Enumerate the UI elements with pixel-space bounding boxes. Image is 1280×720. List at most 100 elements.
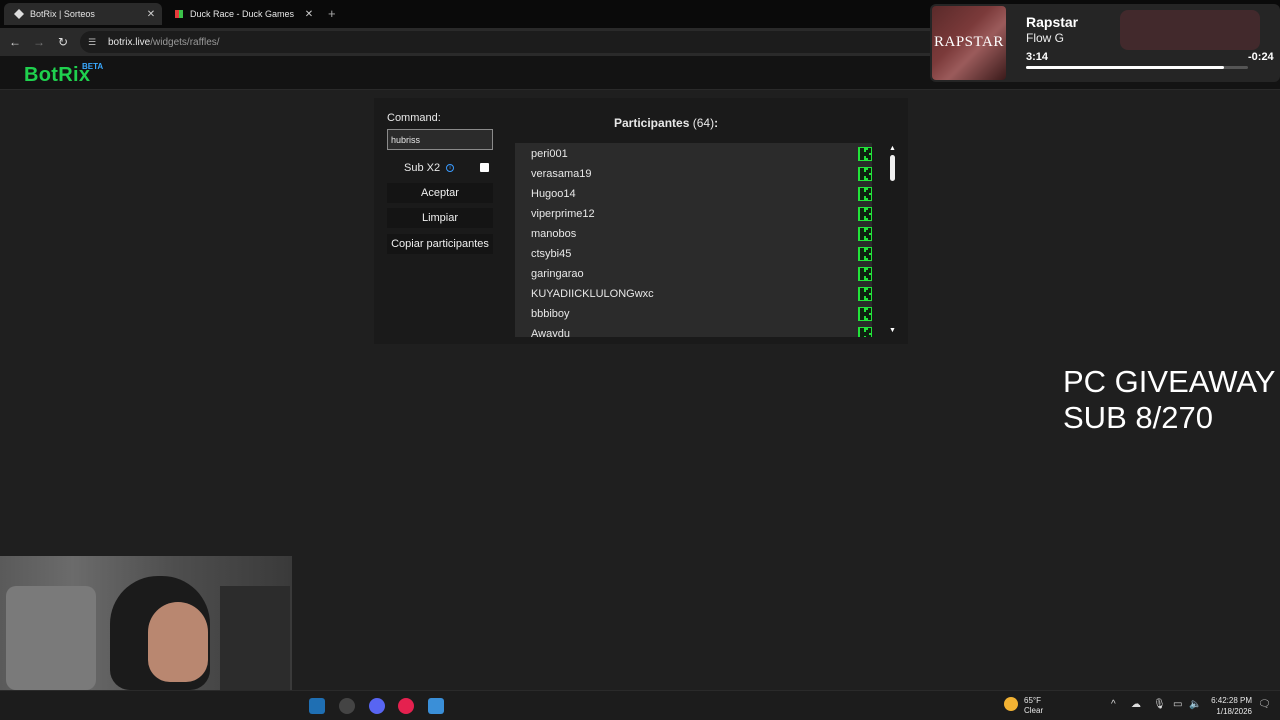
list-item: bbbiboy xyxy=(515,304,872,324)
album-art: RAPSTAR xyxy=(932,6,1006,80)
participant-name: verasama19 xyxy=(531,168,592,180)
scroll-up-icon[interactable]: ▲ xyxy=(889,145,896,152)
list-item: Awaydu xyxy=(515,324,872,337)
command-label: Command: xyxy=(387,112,441,124)
list-item: manobos xyxy=(515,224,872,244)
sub-x2-checkbox[interactable] xyxy=(480,163,489,172)
back-icon[interactable]: ← xyxy=(7,34,23,50)
list-item: KUYADIICKLULONGwxc xyxy=(515,284,872,304)
sub-x2-row: Sub X2 i xyxy=(387,160,493,176)
giveaway-line-2: SUB 8/270 xyxy=(1063,400,1213,435)
kick-icon xyxy=(858,267,872,281)
participants-scrollbar[interactable]: ▲ ▼ xyxy=(889,143,897,337)
site-info-icon[interactable]: ☰ xyxy=(88,37,100,48)
duck-favicon-icon xyxy=(174,9,184,19)
system-clock[interactable]: 6:42:28 PM 1/18/2026 xyxy=(1210,695,1252,717)
song-progress-fill xyxy=(1026,66,1224,69)
webcam-person-face xyxy=(148,602,208,682)
url-input[interactable]: ☰ botrix.live/widgets/raffles/ xyxy=(80,31,940,53)
kick-icon xyxy=(858,167,872,181)
botrix-favicon-icon xyxy=(14,9,24,19)
command-input[interactable] xyxy=(387,129,493,150)
discord-icon[interactable] xyxy=(369,698,385,714)
giveaway-line-1: PC GIVEAWAY xyxy=(1063,364,1276,399)
kick-icon xyxy=(858,247,872,261)
participant-name: peri001 xyxy=(531,148,568,160)
new-tab-icon[interactable]: + xyxy=(328,6,336,21)
tab-title: BotRix | Sorteos xyxy=(30,9,95,19)
clear-button[interactable]: Limpiar xyxy=(387,208,493,228)
participant-name: KUYADIICKLULONGwxc xyxy=(531,288,654,300)
kick-icon xyxy=(858,207,872,221)
url-path: /widgets/raffles/ xyxy=(150,36,220,48)
tab-title: Duck Race - Duck Games xyxy=(190,9,295,19)
copy-participants-button[interactable]: Copiar participantes xyxy=(387,234,493,254)
participant-name: bbbiboy xyxy=(531,308,570,320)
webcam-chair xyxy=(6,586,96,690)
close-tab-icon[interactable]: ✕ xyxy=(302,9,316,20)
volume-icon[interactable]: 🔈 xyxy=(1189,699,1201,710)
media-player-icon[interactable] xyxy=(398,698,414,714)
list-item: verasama19 xyxy=(515,164,872,184)
participant-name: Awaydu xyxy=(531,328,570,337)
album-art-text: RAPSTAR xyxy=(934,34,1004,50)
media-background-blur xyxy=(1120,10,1260,50)
participant-name: manobos xyxy=(531,228,577,240)
microphone-icon[interactable]: 🎙 xyxy=(1153,699,1166,710)
onedrive-icon[interactable]: ☁ xyxy=(1131,699,1141,710)
tab-duck-race[interactable]: Duck Race - Duck Games ✕ xyxy=(166,3,320,25)
song-title: Rapstar xyxy=(1026,14,1079,30)
weather-temp: 65°F xyxy=(1024,696,1041,705)
raffle-panel: Command: Sub X2 i Aceptar Limpiar Copiar… xyxy=(374,98,908,344)
network-icon[interactable]: ▭ xyxy=(1173,699,1182,710)
scroll-thumb[interactable] xyxy=(890,155,895,181)
reload-icon[interactable]: ↻ xyxy=(55,34,71,50)
participants-heading: Participantes (64): xyxy=(614,116,794,130)
steam-icon[interactable] xyxy=(309,698,325,714)
weather-widget[interactable]: 65°F Clear xyxy=(1024,696,1043,716)
participant-name: ctsybi45 xyxy=(531,248,572,260)
song-progress-bar xyxy=(1026,66,1248,69)
accept-button[interactable]: Aceptar xyxy=(387,183,493,203)
sub-x2-label: Sub X2 xyxy=(404,162,441,174)
notifications-icon[interactable]: 🗨 xyxy=(1258,699,1271,710)
webcam-shelf xyxy=(220,586,290,690)
participants-count: (64) xyxy=(692,116,715,130)
list-item: peri001 xyxy=(515,144,872,164)
list-item: ctsybi45 xyxy=(515,244,872,264)
participant-name: garingarao xyxy=(531,268,584,280)
now-playing-card: RAPSTAR Rapstar Flow G 3:14 -0:24 xyxy=(930,4,1280,82)
list-item: viperprime12 xyxy=(515,204,872,224)
weather-moon-icon xyxy=(1004,697,1018,711)
list-item: Hugoo14 xyxy=(515,184,872,204)
close-tab-icon[interactable]: ✕ xyxy=(144,9,158,20)
kick-icon xyxy=(858,187,872,201)
participants-list[interactable]: peri001 verasama19 Hugoo14 viperprime12 … xyxy=(515,143,872,337)
clock-time: 6:42:28 PM xyxy=(1211,696,1252,705)
elapsed-time: 3:14 xyxy=(1026,51,1049,63)
kick-icon xyxy=(858,147,872,161)
obs-icon[interactable] xyxy=(339,698,355,714)
taskbar: 65°F Clear ^ ☁ 🎙 ▭ 🔈 6:42:28 PM 1/18/202… xyxy=(0,690,1280,720)
remaining-time: -0:24 xyxy=(1248,51,1274,63)
kick-icon xyxy=(858,227,872,241)
url-host: botrix.live xyxy=(108,36,151,48)
forward-icon[interactable]: → xyxy=(31,34,47,50)
clock-date: 1/18/2026 xyxy=(1216,707,1252,716)
song-artist: Flow G xyxy=(1026,31,1065,45)
tab-botrix[interactable]: BotRix | Sorteos ✕ xyxy=(4,3,162,25)
notepad-icon[interactable] xyxy=(428,698,444,714)
giveaway-overlay: PC GIVEAWAY SUB 8/270 xyxy=(1063,364,1275,436)
info-icon[interactable]: i xyxy=(446,164,455,172)
kick-icon xyxy=(858,307,872,321)
weather-condition: Clear xyxy=(1024,706,1044,715)
participant-name: Hugoo14 xyxy=(531,188,576,200)
kick-icon xyxy=(858,287,872,301)
list-item: garingarao xyxy=(515,264,872,284)
kick-icon xyxy=(858,327,872,337)
webcam-overlay xyxy=(0,556,292,690)
chevron-up-icon[interactable]: ^ xyxy=(1111,699,1116,710)
scroll-down-icon[interactable]: ▼ xyxy=(889,327,896,334)
participants-colon: : xyxy=(714,116,719,130)
botrix-logo[interactable]: BotRix xyxy=(24,64,90,87)
